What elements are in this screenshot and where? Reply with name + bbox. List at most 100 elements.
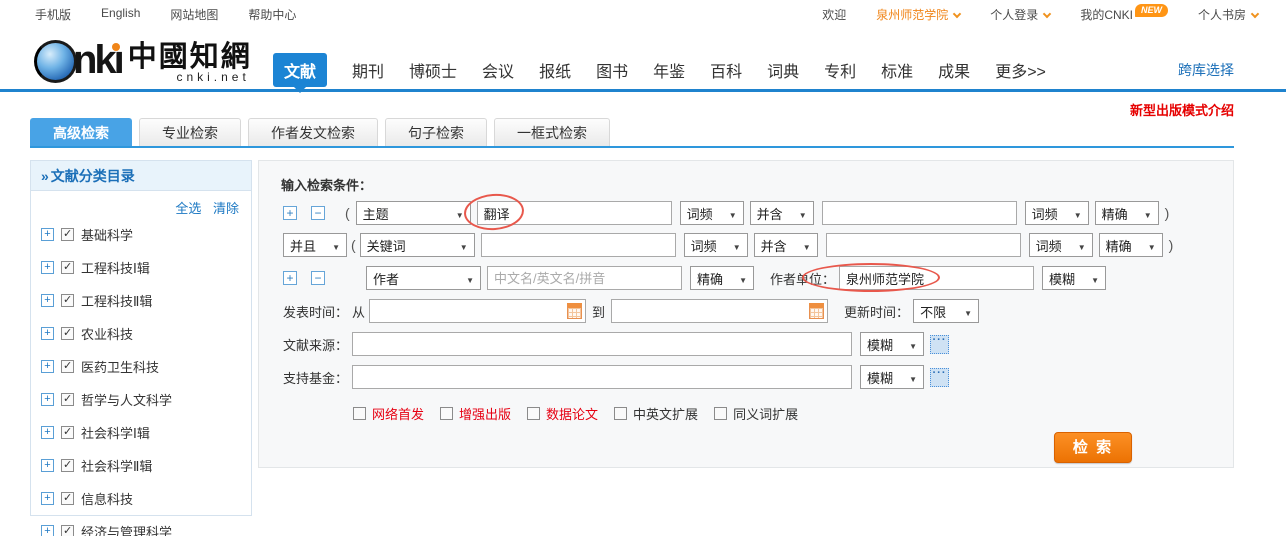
category-checkbox[interactable] xyxy=(61,294,74,307)
nav-item-more[interactable]: 更多>> xyxy=(995,58,1046,82)
tab-advanced-search[interactable]: 高级检索 xyxy=(30,118,132,147)
logic-select-row1[interactable]: 并含 xyxy=(750,201,814,225)
expand-plus-icon[interactable]: + xyxy=(41,228,54,241)
publish-time-label: 发表时间： xyxy=(283,302,348,321)
topbar-link-mobile[interactable]: 手机版 xyxy=(35,6,71,23)
nav-item-achievement[interactable]: 成果 xyxy=(938,58,970,82)
remove-condition-button[interactable]: − xyxy=(311,206,325,220)
remove-condition-button[interactable]: − xyxy=(311,271,325,285)
select-all-link[interactable]: 全选 xyxy=(175,201,201,216)
category-checkbox[interactable] xyxy=(61,525,74,536)
personal-study-menu[interactable]: 个人书房 xyxy=(1198,6,1258,23)
cnki-logo[interactable]: nkı 中國知網 cnki.net xyxy=(34,40,252,84)
update-time-select[interactable]: 不限 xyxy=(913,299,979,323)
dropdown-caret-icon xyxy=(904,337,917,352)
logic-select-row2[interactable]: 并含 xyxy=(754,233,818,257)
category-checkbox[interactable] xyxy=(61,261,74,274)
nav-item-thesis[interactable]: 博硕士 xyxy=(409,58,457,82)
nav-item-dictionary[interactable]: 词典 xyxy=(767,58,799,82)
option-data-paper[interactable]: 数据论文 xyxy=(546,404,598,423)
date-to-input[interactable] xyxy=(611,299,828,323)
calendar-icon[interactable] xyxy=(809,303,824,319)
expand-plus-icon[interactable]: + xyxy=(41,360,54,373)
match-select-author-unit[interactable]: 模糊 xyxy=(1042,266,1106,290)
field-select-author[interactable]: 作者 xyxy=(366,266,481,290)
nav-item-newspaper[interactable]: 报纸 xyxy=(539,58,571,82)
expand-plus-icon[interactable]: + xyxy=(41,327,54,340)
nav-item-patent[interactable]: 专利 xyxy=(824,58,856,82)
dropdown-caret-icon xyxy=(461,271,474,286)
search-term-input-2b[interactable] xyxy=(826,233,1021,257)
relation-select-row2[interactable]: 并且 xyxy=(283,233,347,257)
expand-plus-icon[interactable]: + xyxy=(41,393,54,406)
category-checkbox[interactable] xyxy=(61,492,74,505)
add-condition-button[interactable]: + xyxy=(283,206,297,220)
field-select-row1[interactable]: 主题 xyxy=(356,201,471,225)
new-publishing-mode-link[interactable]: 新型出版模式介绍 xyxy=(1130,100,1234,119)
field-select-row2[interactable]: 关键词 xyxy=(360,233,475,257)
add-condition-button[interactable]: + xyxy=(283,271,297,285)
nav-item-yearbook[interactable]: 年鉴 xyxy=(653,58,685,82)
checkbox-enhanced-publish[interactable] xyxy=(440,407,453,420)
match-select-row1[interactable]: 精确 xyxy=(1095,201,1159,225)
tab-professional-search[interactable]: 专业检索 xyxy=(139,118,241,147)
option-enhanced-publish[interactable]: 增强出版 xyxy=(459,404,511,423)
search-term-input-1b[interactable] xyxy=(822,201,1017,225)
fund-input[interactable] xyxy=(352,365,852,389)
tab-author-search[interactable]: 作者发文检索 xyxy=(248,118,378,147)
cross-db-link[interactable]: 跨库选择 xyxy=(1178,60,1234,80)
category-checkbox[interactable] xyxy=(61,327,74,340)
tab-onebox-search[interactable]: 一框式检索 xyxy=(494,118,610,147)
option-cn-en-extend[interactable]: 中英文扩展 xyxy=(633,404,698,423)
freq-select-row2b[interactable]: 词频 xyxy=(1029,233,1093,257)
nav-item-standard[interactable]: 标准 xyxy=(881,58,913,82)
nav-item-journal[interactable]: 期刊 xyxy=(352,58,384,82)
checkbox-data-paper[interactable] xyxy=(527,407,540,420)
match-select-fund[interactable]: 模糊 xyxy=(860,365,924,389)
nav-item-encyclopedia[interactable]: 百科 xyxy=(710,58,742,82)
expand-plus-icon[interactable]: + xyxy=(41,426,54,439)
dropdown-caret-icon xyxy=(798,238,811,253)
checkbox-cn-en-extend[interactable] xyxy=(614,407,627,420)
option-synonym-extend[interactable]: 同义词扩展 xyxy=(733,404,798,423)
fund-label: 支持基金： xyxy=(283,368,348,387)
category-checkbox[interactable] xyxy=(61,426,74,439)
expand-plus-icon[interactable]: + xyxy=(41,492,54,505)
nav-item-conference[interactable]: 会议 xyxy=(482,58,514,82)
institution-menu[interactable]: 泉州师范学院 xyxy=(876,6,960,23)
source-input[interactable] xyxy=(352,332,852,356)
expand-plus-icon[interactable]: + xyxy=(41,459,54,472)
expand-plus-icon[interactable]: + xyxy=(41,525,54,536)
clear-link[interactable]: 清除 xyxy=(213,201,239,216)
nav-item-book[interactable]: 图书 xyxy=(596,58,628,82)
freq-select-row1b[interactable]: 词频 xyxy=(1025,201,1089,225)
category-checkbox[interactable] xyxy=(61,228,74,241)
tab-sentence-search[interactable]: 句子检索 xyxy=(385,118,487,147)
nav-item-literature[interactable]: 文献 xyxy=(273,53,327,87)
expand-plus-icon[interactable]: + xyxy=(41,261,54,274)
topbar-link-english[interactable]: English xyxy=(101,6,140,23)
category-checkbox[interactable] xyxy=(61,393,74,406)
source-browse-button[interactable]: ··· xyxy=(930,335,949,354)
checkbox-synonym-extend[interactable] xyxy=(714,407,727,420)
personal-login-menu[interactable]: 个人登录 xyxy=(990,6,1050,23)
category-checkbox[interactable] xyxy=(61,360,74,373)
my-cnki-link[interactable]: 我的CNKINEW xyxy=(1080,6,1168,23)
search-term-input-2a[interactable] xyxy=(481,233,676,257)
calendar-icon[interactable] xyxy=(567,303,582,319)
freq-select-row1a[interactable]: 词频 xyxy=(680,201,744,225)
freq-select-row2a[interactable]: 词频 xyxy=(684,233,748,257)
date-from-input[interactable] xyxy=(369,299,586,323)
author-name-input[interactable] xyxy=(487,266,682,290)
match-select-source[interactable]: 模糊 xyxy=(860,332,924,356)
category-checkbox[interactable] xyxy=(61,459,74,472)
topbar-link-sitemap[interactable]: 网站地图 xyxy=(170,6,218,23)
expand-plus-icon[interactable]: + xyxy=(41,294,54,307)
fund-browse-button[interactable]: ··· xyxy=(930,368,949,387)
search-button[interactable]: 检 索 xyxy=(1054,432,1132,463)
option-network-first[interactable]: 网络首发 xyxy=(372,404,424,423)
match-select-author[interactable]: 精确 xyxy=(690,266,754,290)
topbar-link-help[interactable]: 帮助中心 xyxy=(248,6,296,23)
checkbox-network-first[interactable] xyxy=(353,407,366,420)
match-select-row2[interactable]: 精确 xyxy=(1099,233,1163,257)
